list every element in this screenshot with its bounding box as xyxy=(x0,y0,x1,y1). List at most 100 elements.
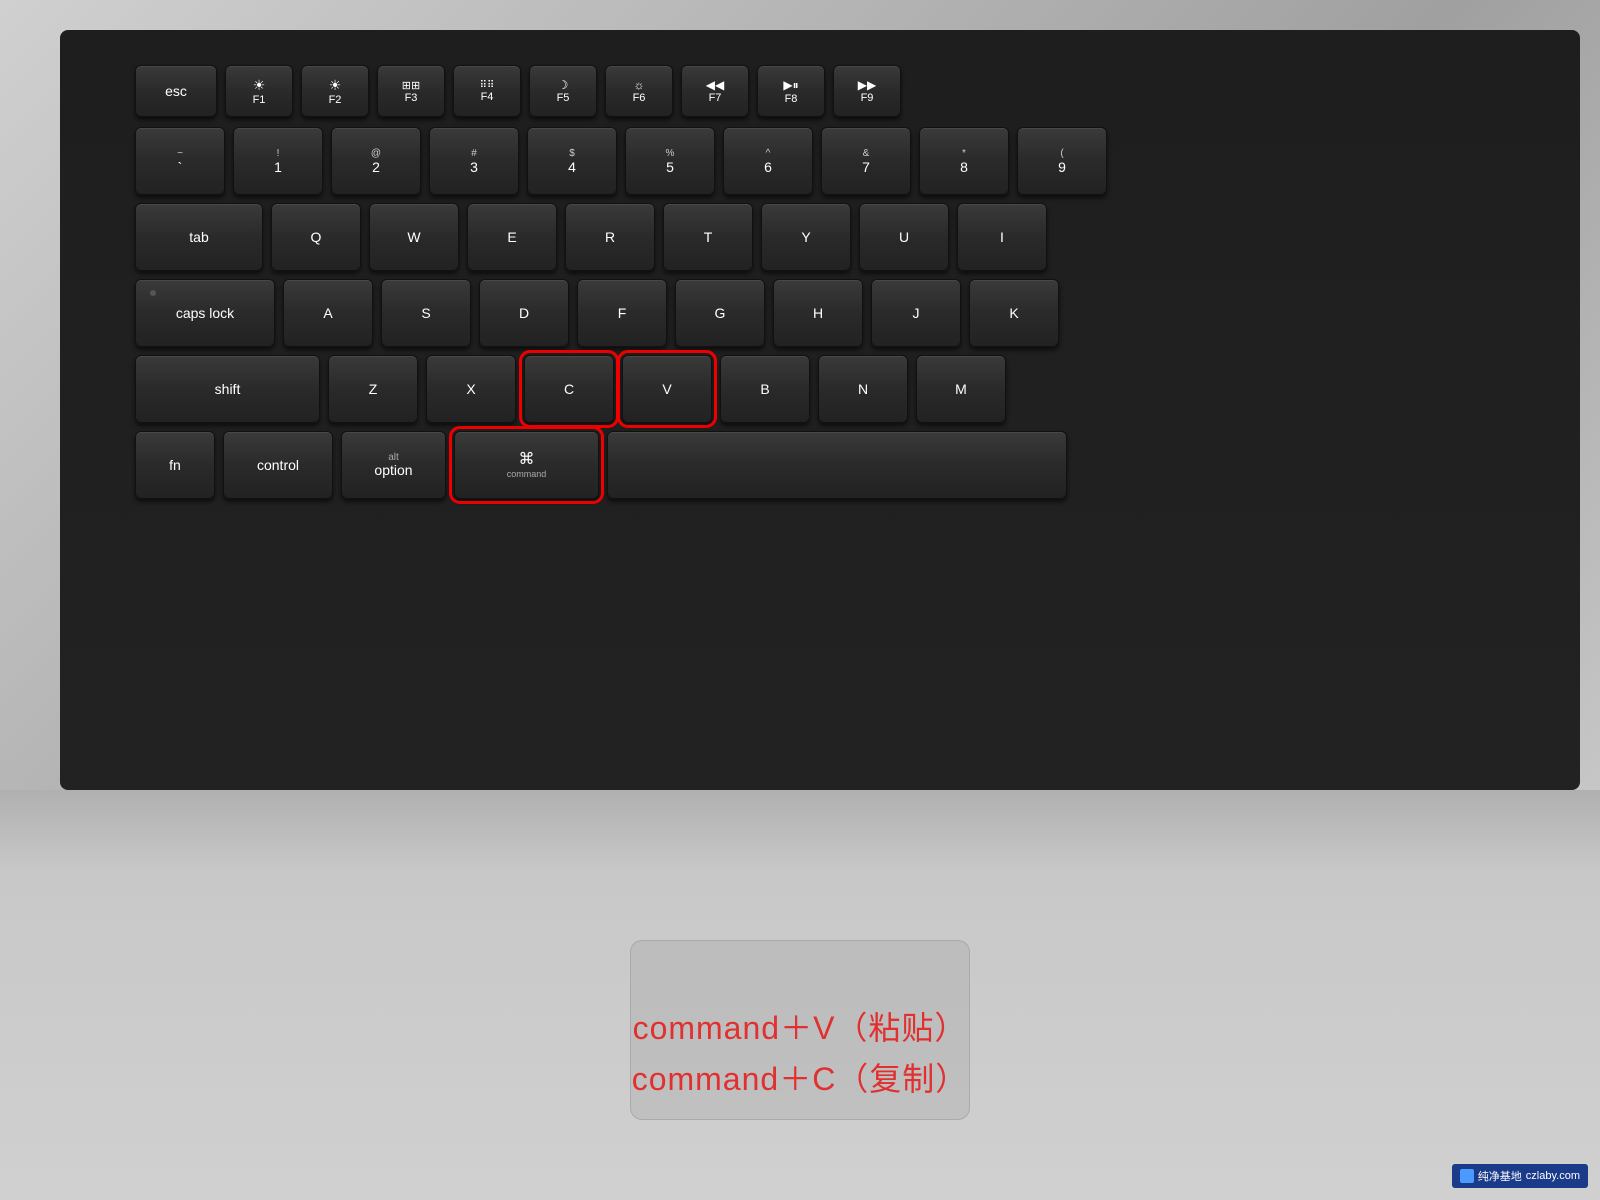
key-2-top: @ xyxy=(371,149,381,159)
key-h[interactable]: H xyxy=(773,279,863,347)
key-f7-label: F7 xyxy=(709,92,722,104)
key-esc[interactable]: esc xyxy=(135,65,217,117)
key-3[interactable]: # 3 xyxy=(429,127,519,195)
key-d[interactable]: D xyxy=(479,279,569,347)
key-f8-icon: ▶⏸ xyxy=(783,78,798,93)
key-r[interactable]: R xyxy=(565,203,655,271)
key-j[interactable]: J xyxy=(871,279,961,347)
key-f5[interactable]: ☽ F5 xyxy=(529,65,597,117)
watermark: 纯净基地 czlaby.com xyxy=(1452,1164,1588,1188)
key-e-label: E xyxy=(507,230,516,244)
key-9[interactable]: ( 9 xyxy=(1017,127,1107,195)
key-n[interactable]: N xyxy=(818,355,908,423)
zxcv-key-row: shift Z X C V B N M xyxy=(135,355,1600,423)
key-8-top: * xyxy=(962,149,966,159)
key-d-label: D xyxy=(519,306,529,320)
key-control[interactable]: control xyxy=(223,431,333,499)
key-e[interactable]: E xyxy=(467,203,557,271)
key-f3-icon: ⊞⊞ xyxy=(402,79,420,92)
key-6[interactable]: ^ 6 xyxy=(723,127,813,195)
bottom-body xyxy=(0,790,1600,1200)
key-g[interactable]: G xyxy=(675,279,765,347)
key-f7[interactable]: ◀◀ F7 xyxy=(681,65,749,117)
key-f3[interactable]: ⊞⊞ F3 xyxy=(377,65,445,117)
key-5[interactable]: % 5 xyxy=(625,127,715,195)
watermark-url: czlaby.com xyxy=(1526,1170,1580,1182)
key-f5-label: F5 xyxy=(557,92,570,104)
key-x[interactable]: X xyxy=(426,355,516,423)
key-u[interactable]: U xyxy=(859,203,949,271)
key-x-label: X xyxy=(466,382,475,396)
key-v-label: V xyxy=(662,382,671,396)
key-f5-icon: ☽ xyxy=(558,78,569,92)
keyboard-rows: esc ☀ F1 ☀ F2 ⊞⊞ F3 ⠿⠿ F4 ☽ F5 xyxy=(135,65,1600,507)
key-8[interactable]: * 8 xyxy=(919,127,1009,195)
key-9-top: ( xyxy=(1060,149,1063,159)
key-esc-label: esc xyxy=(165,84,187,98)
key-caps-label: caps lock xyxy=(176,306,234,320)
key-v[interactable]: V xyxy=(622,355,712,423)
key-z[interactable]: Z xyxy=(328,355,418,423)
key-option[interactable]: alt option xyxy=(341,431,446,499)
key-spacebar[interactable] xyxy=(607,431,1067,499)
key-w-label: W xyxy=(407,230,420,244)
key-tilde[interactable]: ~ ` xyxy=(135,127,225,195)
annotation-line1: command＋V（粘贴） xyxy=(632,1003,969,1054)
key-fn-label: fn xyxy=(169,458,181,472)
key-command[interactable]: ⌘ command xyxy=(454,431,599,499)
key-a-label: A xyxy=(323,306,332,320)
key-command-symbol: ⌘ xyxy=(519,452,535,468)
key-k[interactable]: K xyxy=(969,279,1059,347)
key-4[interactable]: $ 4 xyxy=(527,127,617,195)
key-shift-left[interactable]: shift xyxy=(135,355,320,423)
key-c[interactable]: C xyxy=(524,355,614,423)
key-5-main: 5 xyxy=(666,160,674,174)
watermark-site: 纯净基地 xyxy=(1478,1168,1522,1184)
key-7-main: 7 xyxy=(862,160,870,174)
key-1-main: 1 xyxy=(274,160,282,174)
key-w[interactable]: W xyxy=(369,203,459,271)
key-6-top: ^ xyxy=(766,149,771,159)
key-y[interactable]: Y xyxy=(761,203,851,271)
key-f2[interactable]: ☀ F2 xyxy=(301,65,369,117)
key-s[interactable]: S xyxy=(381,279,471,347)
key-f9[interactable]: ▶▶ F9 xyxy=(833,65,901,117)
key-3-main: 3 xyxy=(470,160,478,174)
asdf-key-row: caps lock A S D F G H J xyxy=(135,279,1600,347)
key-z-label: Z xyxy=(369,382,378,396)
key-t-label: T xyxy=(704,230,713,244)
key-command-label: command xyxy=(507,470,547,479)
key-fn[interactable]: fn xyxy=(135,431,215,499)
key-tilde-main: ` xyxy=(178,160,183,174)
key-f[interactable]: F xyxy=(577,279,667,347)
watermark-icon xyxy=(1460,1169,1474,1183)
key-t[interactable]: T xyxy=(663,203,753,271)
key-f4[interactable]: ⠿⠿ F4 xyxy=(453,65,521,117)
key-h-label: H xyxy=(813,306,823,320)
key-1-top: ! xyxy=(277,149,280,159)
key-2[interactable]: @ 2 xyxy=(331,127,421,195)
key-b[interactable]: B xyxy=(720,355,810,423)
key-tab[interactable]: tab xyxy=(135,203,263,271)
key-f6[interactable]: ☼ F6 xyxy=(605,65,673,117)
key-control-label: control xyxy=(257,458,299,472)
fn-key-row: esc ☀ F1 ☀ F2 ⊞⊞ F3 ⠿⠿ F4 ☽ F5 xyxy=(135,65,1600,117)
keyboard-body: esc ☀ F1 ☀ F2 ⊞⊞ F3 ⠿⠿ F4 ☽ F5 xyxy=(60,30,1580,790)
bottom-key-row: fn control alt option ⌘ command xyxy=(135,431,1600,499)
key-q[interactable]: Q xyxy=(271,203,361,271)
key-f1[interactable]: ☀ F1 xyxy=(225,65,293,117)
annotation-text: command＋V（粘贴） command＋C（复制） xyxy=(632,1003,969,1105)
key-7[interactable]: & 7 xyxy=(821,127,911,195)
key-f6-icon: ☼ xyxy=(634,78,645,92)
key-f3-label: F3 xyxy=(405,92,418,104)
key-f9-icon: ▶▶ xyxy=(858,78,876,92)
key-i[interactable]: I xyxy=(957,203,1047,271)
key-a[interactable]: A xyxy=(283,279,373,347)
caps-lock-indicator xyxy=(150,290,156,296)
key-f1-label: F1 xyxy=(253,94,266,106)
key-f8[interactable]: ▶⏸ F8 xyxy=(757,65,825,117)
key-1[interactable]: ! 1 xyxy=(233,127,323,195)
key-caps-lock[interactable]: caps lock xyxy=(135,279,275,347)
key-m[interactable]: M xyxy=(916,355,1006,423)
key-2-main: 2 xyxy=(372,160,380,174)
